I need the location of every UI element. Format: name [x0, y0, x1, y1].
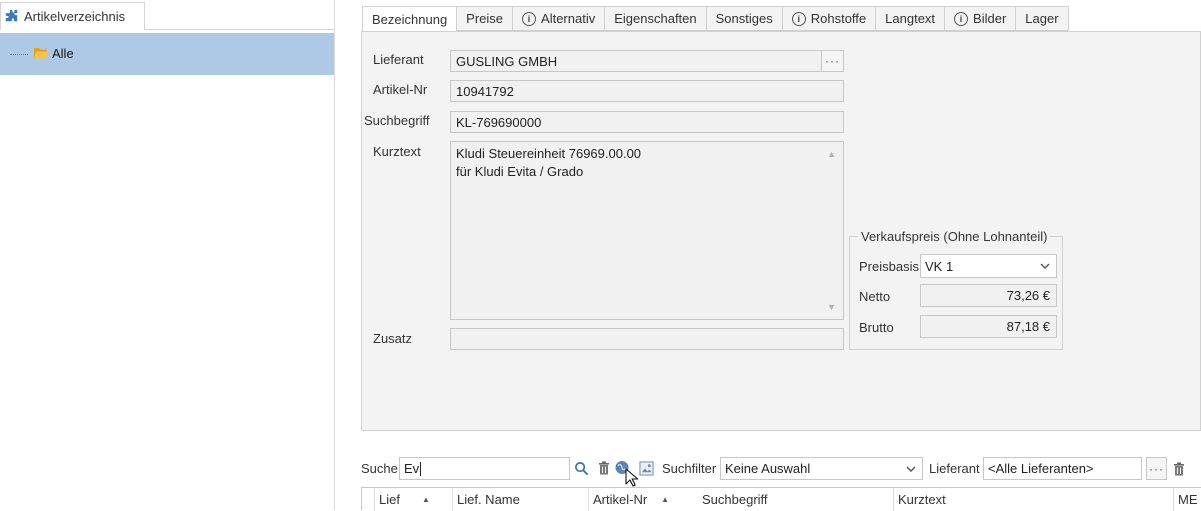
tab-label: Alternativ	[541, 11, 596, 26]
tree-connector	[10, 54, 28, 55]
search-icon[interactable]	[573, 460, 589, 476]
info-icon: i	[791, 11, 806, 26]
column-header-lief[interactable]: Lief ▲	[374, 488, 452, 511]
brutto-label: Brutto	[859, 320, 894, 335]
tab-preise[interactable]: Preise	[457, 6, 514, 31]
column-label: ME	[1178, 492, 1198, 507]
tab-langtext[interactable]: Langtext	[876, 6, 946, 31]
brutto-field[interactable]: 87,18 €	[920, 315, 1057, 338]
column-label: Artikel-Nr	[593, 492, 648, 507]
lieferant-field[interactable]: GUSLING GMBH	[450, 50, 822, 72]
tab-artikelverzeichnis[interactable]: Artikelverzeichnis	[0, 2, 145, 30]
column-header-me[interactable]: ME	[1173, 488, 1201, 511]
column-header-artikel-nr[interactable]: Artikel-Nr ▲	[588, 488, 698, 511]
artikelnr-field[interactable]: 10941792	[450, 80, 844, 102]
preisbasis-value: VK 1	[925, 258, 954, 274]
info-icon: i	[954, 11, 969, 26]
suchfilter-select[interactable]: Keine Auswahl	[720, 457, 923, 480]
tab-alternativ[interactable]: i Alternativ	[513, 6, 606, 31]
tab-label: Lager	[1025, 11, 1059, 26]
lieferant-label: Lieferant	[373, 52, 424, 67]
tab-label: Sonstiges	[715, 11, 773, 26]
row-indicator-column	[362, 488, 374, 511]
chevron-down-icon[interactable]	[1034, 255, 1056, 277]
column-header-lief-name[interactable]: Lief. Name	[452, 488, 588, 511]
column-label: Kurztext	[898, 492, 946, 507]
kurztext-line: Kludi Steuereinheit 76969.00.00	[456, 146, 642, 161]
sort-ascending-icon: ▲	[661, 495, 670, 504]
lieferant-lookup-button[interactable]: ···	[821, 50, 844, 72]
column-label: Suchbegriff	[702, 492, 768, 507]
column-label: Lief. Name	[457, 492, 520, 507]
info-icon: i	[522, 11, 537, 26]
zusatz-label: Zusatz	[373, 331, 413, 346]
tree-item-alle[interactable]: Alle	[0, 33, 334, 75]
left-tab-label: Artikelverzeichnis	[24, 9, 126, 24]
netto-label: Netto	[859, 289, 891, 304]
column-header-kurztext[interactable]: Kurztext	[893, 488, 1173, 511]
article-tree-pane	[0, 0, 335, 510]
preisbasis-label: Preisbasis	[859, 259, 919, 274]
filter-lieferant-field[interactable]: <Alle Lieferanten>	[983, 457, 1142, 480]
tab-label: Eigenschaften	[614, 11, 697, 26]
search-value: Ev	[404, 461, 420, 476]
scroll-down-icon[interactable]: ▼	[827, 298, 836, 316]
results-grid-header: Lief ▲ Lief. Name Artikel-Nr ▲ Suchbegri…	[361, 487, 1201, 511]
tab-sonstiges[interactable]: Sonstiges	[706, 6, 783, 31]
kurztext-label: Kurztext	[373, 144, 421, 159]
filter-lieferant-label: Lieferant	[929, 461, 980, 476]
preisbasis-select[interactable]: VK 1	[920, 254, 1057, 278]
suchfilter-label: Suchfilter	[662, 461, 717, 476]
tab-label: Langtext	[885, 11, 936, 26]
detail-tabs: Bezeichnung Preise i Alternativ Eigenscha…	[362, 6, 1069, 32]
tab-lager[interactable]: Lager	[1016, 6, 1069, 31]
folder-open-icon	[33, 46, 49, 63]
netto-field[interactable]: 73,26 €	[920, 284, 1057, 307]
search-input[interactable]: Ev	[399, 457, 570, 480]
tab-label: Bezeichnung	[372, 11, 448, 27]
verkaufspreis-group-title: Verkaufspreis (Ohne Lohnanteil)	[858, 229, 1051, 244]
column-label: Lief	[379, 492, 400, 507]
trash-icon[interactable]	[1171, 461, 1187, 477]
zusatz-field[interactable]	[450, 328, 844, 350]
tab-label: Rohstoffe	[810, 11, 867, 26]
chevron-down-icon[interactable]	[900, 458, 922, 479]
tab-bezeichnung[interactable]: Bezeichnung	[362, 6, 458, 32]
tab-rohstoffe[interactable]: i Rohstoffe	[782, 6, 877, 31]
tab-bilder[interactable]: i Bilder	[945, 6, 1017, 31]
image-search-icon[interactable]	[638, 460, 654, 476]
tree-item-label: Alle	[52, 46, 74, 61]
kurztext-line: für Kludi Evita / Grado	[456, 164, 584, 179]
trash-icon[interactable]	[596, 460, 612, 476]
tab-eigenschaften[interactable]: Eigenschaften	[605, 6, 707, 31]
sort-ascending-icon: ▲	[421, 495, 430, 504]
kurztext-textarea[interactable]: Kludi Steuereinheit 76969.00.00 für Klud…	[450, 141, 844, 320]
tab-label: Preise	[466, 11, 504, 26]
filter-lieferant-lookup-button[interactable]: ···	[1146, 457, 1167, 480]
suchbegriff-label: Suchbegriff	[364, 113, 430, 128]
suchbegriff-field[interactable]: KL-769690000	[450, 111, 844, 133]
tab-divider	[145, 29, 334, 30]
puzzle-icon	[5, 9, 18, 25]
artikelnr-label: Artikel-Nr	[373, 82, 428, 97]
tab-label: Bilder	[973, 11, 1007, 26]
text-cursor	[420, 461, 422, 476]
scroll-up-icon[interactable]: ▲	[827, 145, 836, 163]
suchfilter-value: Keine Auswahl	[725, 461, 811, 476]
suche-label: Suche	[361, 461, 398, 476]
column-header-suchbegriff[interactable]: Suchbegriff	[698, 488, 893, 511]
